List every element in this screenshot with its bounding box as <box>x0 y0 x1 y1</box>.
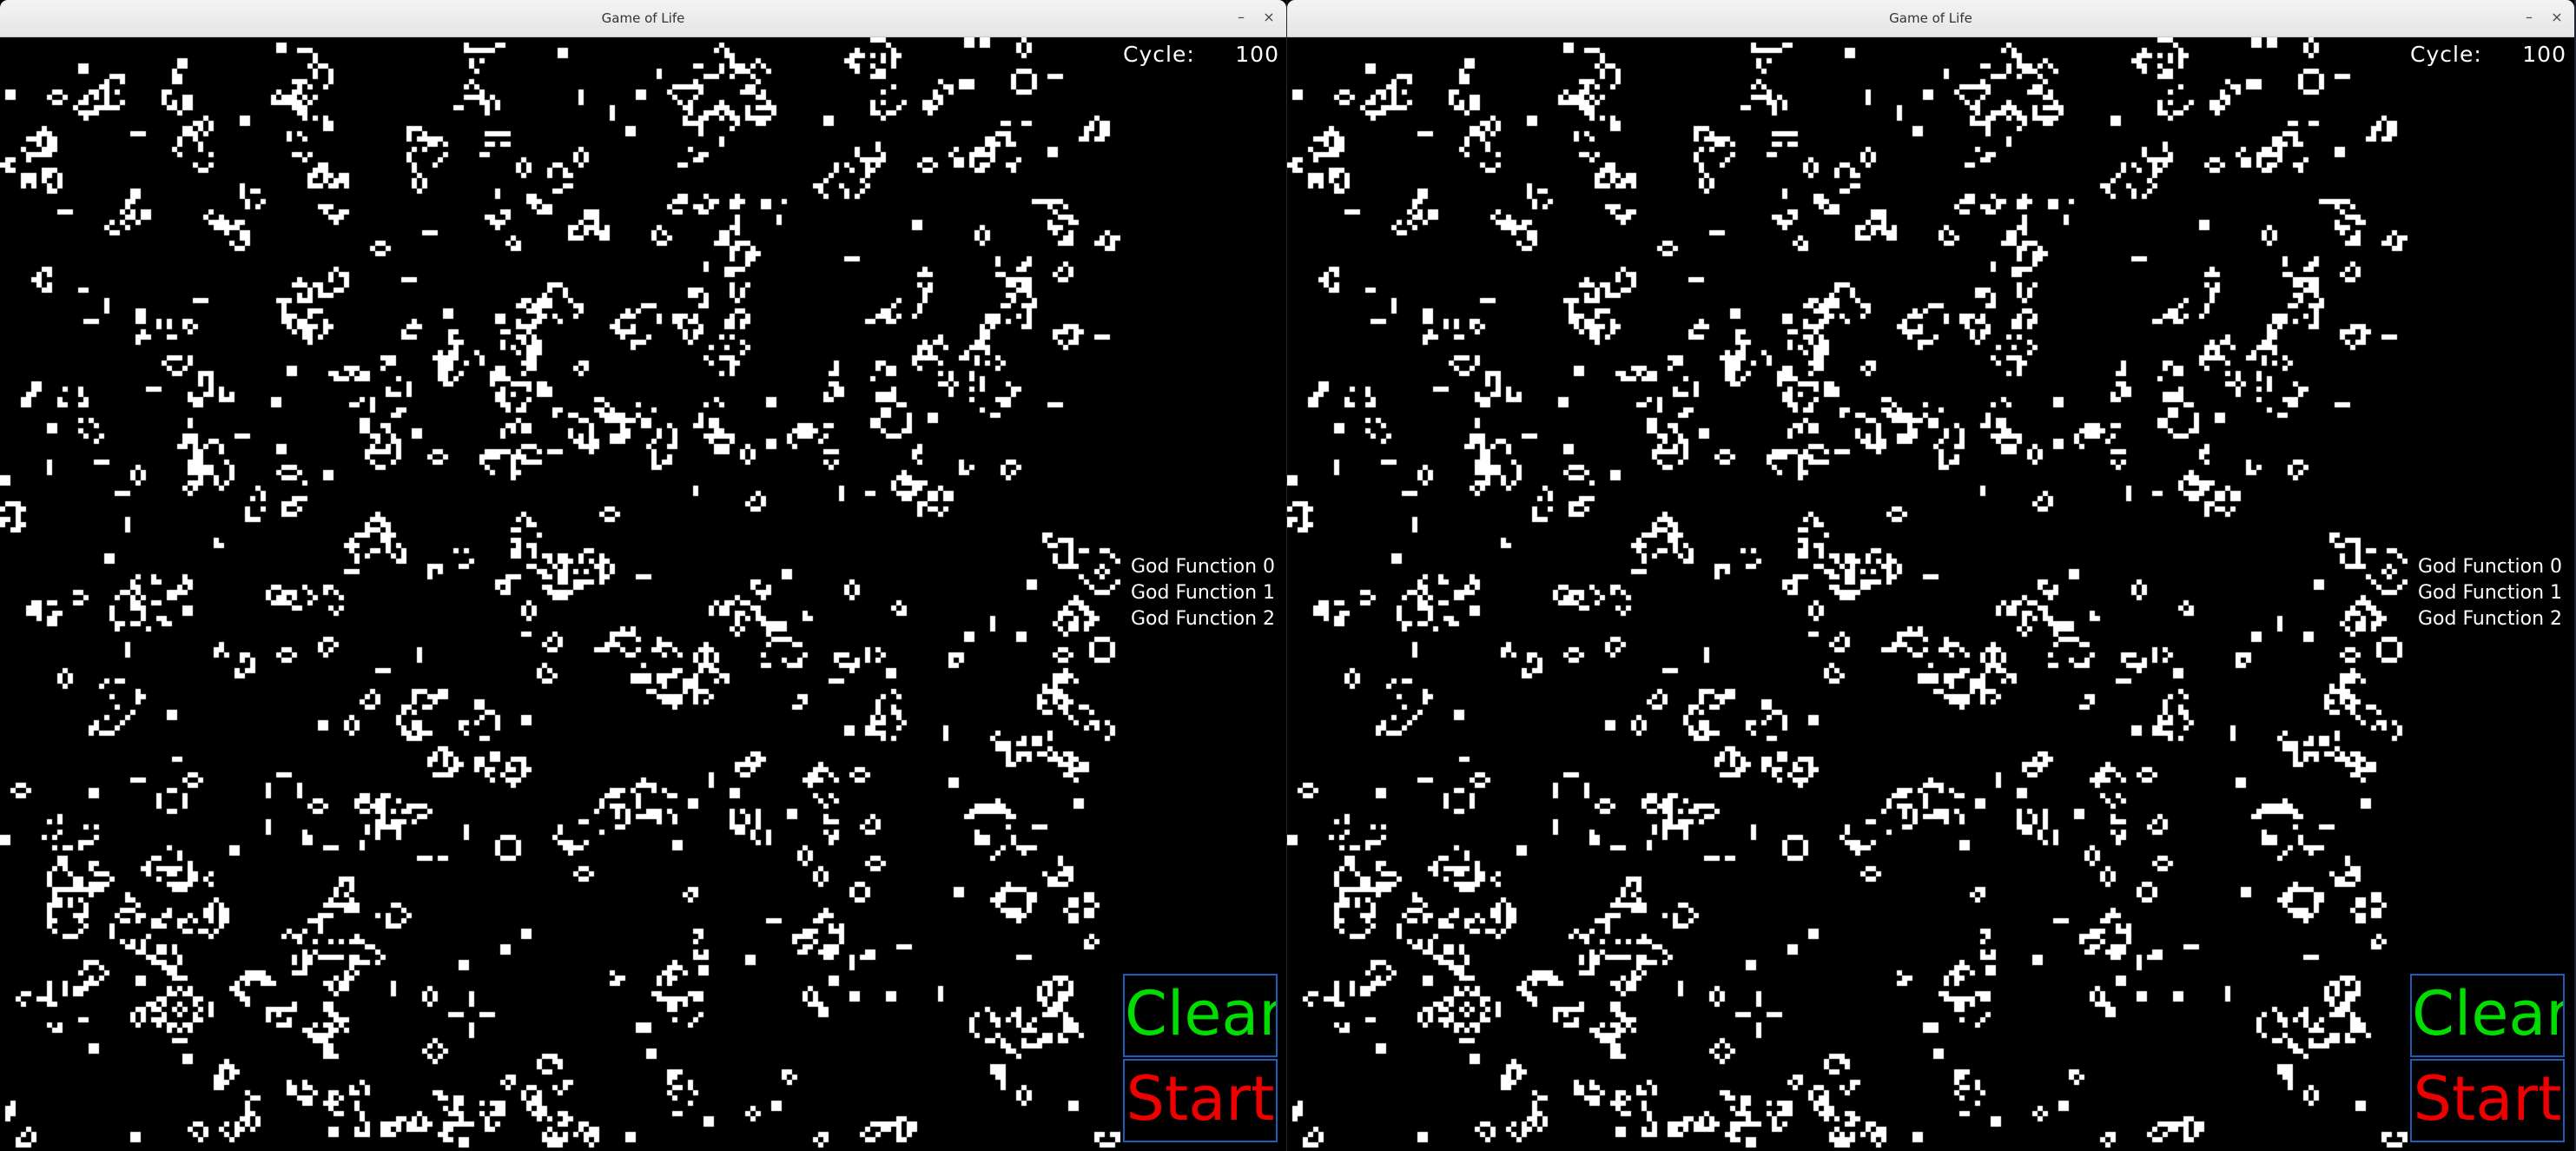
close-icon[interactable]: × <box>2546 8 2567 29</box>
window-title: Game of Life <box>601 10 685 26</box>
game-of-life-window-1: Game of Life – × Cycle: 100 God Function… <box>0 0 1286 1151</box>
start-button[interactable]: Start <box>2410 1059 2565 1142</box>
god-function-list: God Function 0 God Function 1 God Functi… <box>2418 554 2574 632</box>
close-icon[interactable]: × <box>1258 8 1279 29</box>
god-function-0[interactable]: God Function 0 <box>2418 554 2574 580</box>
minimize-icon[interactable]: – <box>2519 8 2540 29</box>
clear-button[interactable]: Clear <box>1123 974 1278 1057</box>
god-function-list: God Function 0 God Function 1 God Functi… <box>1131 554 1286 632</box>
life-board[interactable] <box>0 37 1120 1151</box>
god-function-1[interactable]: God Function 1 <box>1131 580 1286 606</box>
cycle-label: Cycle: <box>2410 42 2482 67</box>
god-function-2[interactable]: God Function 2 <box>1131 606 1286 632</box>
window-titlebar[interactable]: Game of Life – × <box>0 0 1286 37</box>
cycle-label: Cycle: <box>1123 42 1195 67</box>
god-function-0[interactable]: God Function 0 <box>1131 554 1286 580</box>
life-board[interactable] <box>1287 37 2408 1151</box>
god-function-2[interactable]: God Function 2 <box>2418 606 2574 632</box>
window-title: Game of Life <box>1889 10 1972 26</box>
minimize-icon[interactable]: – <box>1231 8 1252 29</box>
cycle-value: 100 <box>1235 42 1279 67</box>
game-of-life-window-2: Game of Life – × Cycle: 100 God Function… <box>1287 0 2574 1151</box>
god-function-1[interactable]: God Function 1 <box>2418 580 2574 606</box>
start-button[interactable]: Start <box>1123 1059 1278 1142</box>
clear-button[interactable]: Clear <box>2410 974 2565 1057</box>
window-titlebar[interactable]: Game of Life – × <box>1287 0 2574 37</box>
cycle-value: 100 <box>2522 42 2566 67</box>
